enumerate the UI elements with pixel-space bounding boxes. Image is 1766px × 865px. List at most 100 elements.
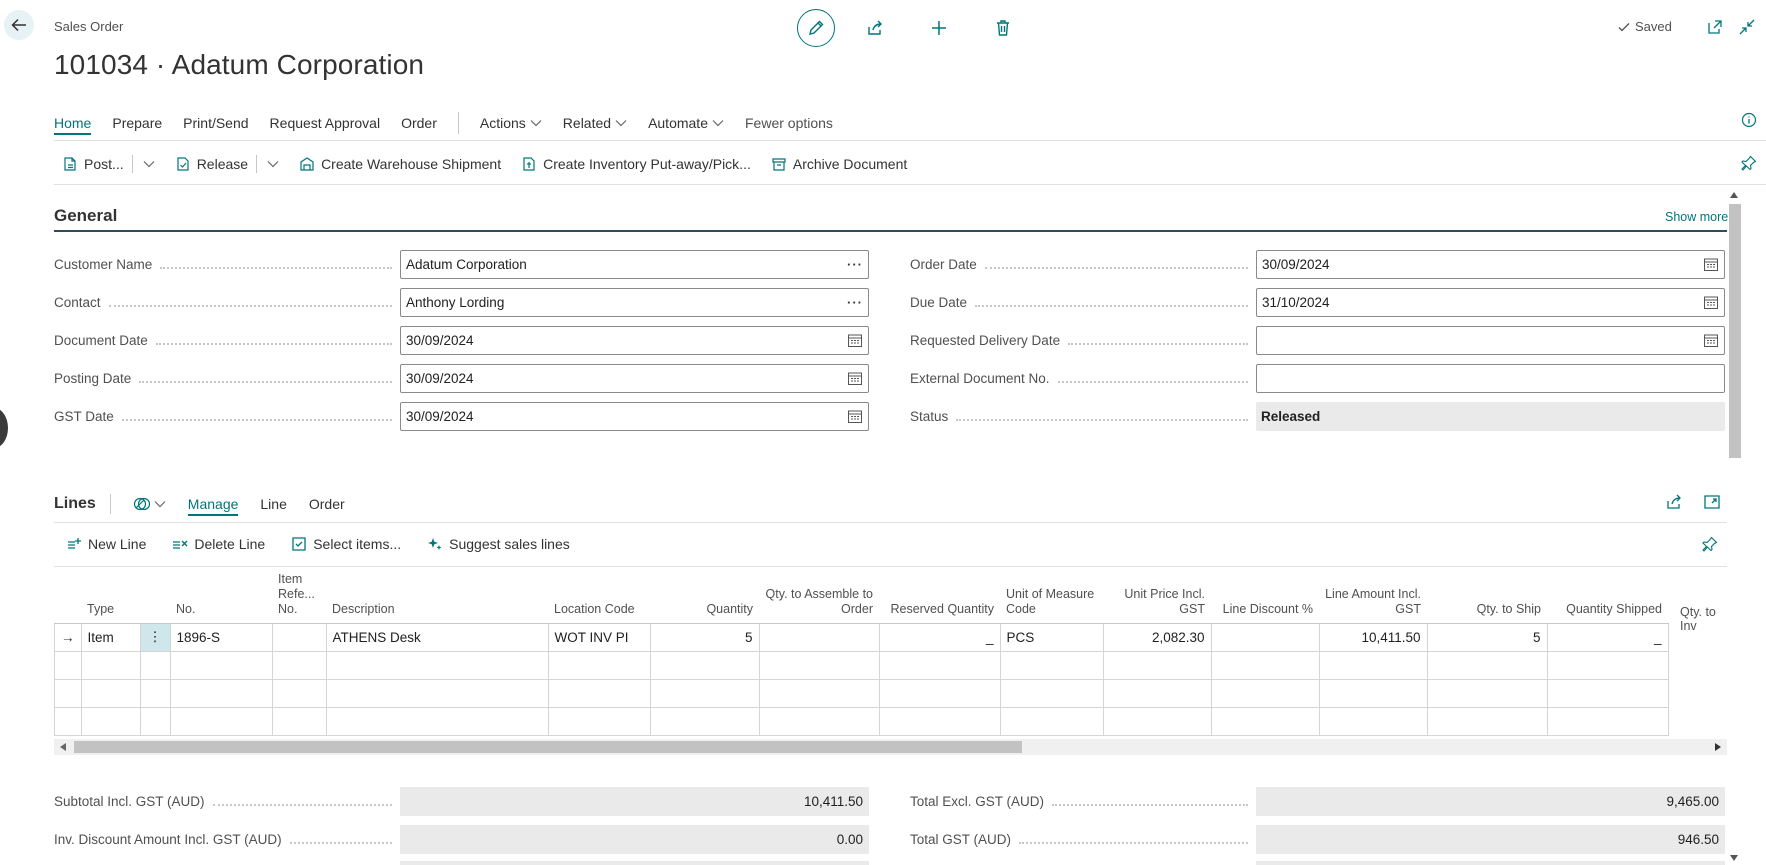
col-qty-to-ship[interactable]: Qty. to Ship xyxy=(1427,567,1547,624)
col-no[interactable]: No. xyxy=(170,567,272,624)
calendar-icon[interactable] xyxy=(847,409,863,424)
cell-type[interactable]: Item xyxy=(80,622,141,652)
cell-qty-to-assemble[interactable] xyxy=(758,622,880,652)
gst-date-label: GST Date xyxy=(54,409,400,424)
expand-icon[interactable] xyxy=(1703,493,1721,511)
new-line-button[interactable]: New Line xyxy=(66,536,146,552)
calendar-icon[interactable] xyxy=(1703,257,1719,272)
cell-unit-of-measure[interactable]: PCS xyxy=(999,622,1104,652)
new-button[interactable] xyxy=(919,8,959,48)
pin-action-bar-button[interactable] xyxy=(1741,155,1757,171)
edit-button[interactable] xyxy=(797,9,835,47)
scroll-left-icon[interactable] xyxy=(60,743,66,751)
cell-reserved-quantity[interactable]: _ xyxy=(878,622,1001,652)
table-row-empty[interactable] xyxy=(54,650,1669,680)
share-icon[interactable] xyxy=(1665,493,1683,511)
share-button[interactable] xyxy=(855,8,895,48)
delete-button[interactable] xyxy=(983,8,1023,48)
lines-view-options[interactable] xyxy=(133,496,166,512)
customer-name-field[interactable]: Adatum Corporation ··· xyxy=(400,250,869,279)
table-row[interactable]: → Item ⋮ 1896-S ATHENS Desk WOT INV PI 5… xyxy=(54,622,1669,652)
scroll-up-icon[interactable] xyxy=(1730,192,1738,198)
open-new-window-icon[interactable] xyxy=(1706,18,1724,36)
col-description[interactable]: Description xyxy=(326,567,548,624)
lines-section-title[interactable]: Lines xyxy=(54,495,96,513)
create-inventory-putaway-button[interactable]: Create Inventory Put-away/Pick... xyxy=(521,156,751,172)
calendar-icon[interactable] xyxy=(1703,295,1719,310)
table-row-empty[interactable] xyxy=(54,678,1669,708)
cell-qty-to-ship[interactable]: 5 xyxy=(1426,622,1548,652)
general-section-title[interactable]: General xyxy=(54,206,117,226)
cell-no[interactable]: 1896-S xyxy=(169,622,273,652)
chevron-down-icon[interactable] xyxy=(143,160,155,168)
tab-prepare[interactable]: Prepare xyxy=(112,115,162,131)
tab-order[interactable]: Order xyxy=(401,115,437,131)
status-field: Released xyxy=(1256,402,1725,431)
scroll-down-icon[interactable] xyxy=(1730,855,1738,861)
select-items-button[interactable]: Select items... xyxy=(291,536,401,552)
col-reserved-quantity[interactable]: Reserved Quantity xyxy=(879,567,1000,624)
archive-document-button[interactable]: Archive Document xyxy=(771,156,907,172)
cell-quantity-shipped[interactable]: _ xyxy=(1546,622,1669,652)
row-menu-icon[interactable]: ⋮ xyxy=(139,622,171,652)
col-type[interactable]: Type xyxy=(81,567,140,624)
requested-delivery-date-field[interactable] xyxy=(1256,326,1725,355)
release-button[interactable]: Release xyxy=(175,155,279,173)
automate-dropdown[interactable]: Automate xyxy=(648,115,724,131)
vertical-scroll-thumb[interactable] xyxy=(1729,204,1741,458)
cell-item-reference[interactable] xyxy=(271,622,327,652)
tab-request-approval[interactable]: Request Approval xyxy=(270,115,381,131)
lookup-ellipsis-icon[interactable]: ··· xyxy=(847,295,863,310)
lines-tab-line[interactable]: Line xyxy=(260,496,286,512)
cell-line-amount[interactable]: 10,411.50 xyxy=(1318,622,1428,652)
col-location-code[interactable]: Location Code xyxy=(548,567,650,624)
contact-field[interactable]: Anthony Lording ··· xyxy=(400,288,869,317)
cell-location-code[interactable]: WOT INV PI xyxy=(547,622,651,652)
lines-tab-manage[interactable]: Manage xyxy=(187,496,239,516)
chevron-down-icon[interactable] xyxy=(267,160,279,168)
order-date-field[interactable]: 30/09/2024 xyxy=(1256,250,1725,279)
table-row-empty[interactable] xyxy=(54,706,1669,736)
col-unit-price[interactable]: Unit Price Incl. GST xyxy=(1103,567,1211,624)
calendar-icon[interactable] xyxy=(847,371,863,386)
lines-tab-order[interactable]: Order xyxy=(309,496,345,512)
delete-line-label: Delete Line xyxy=(194,536,266,552)
lookup-ellipsis-icon[interactable]: ··· xyxy=(847,257,863,272)
suggest-sales-lines-button[interactable]: Suggest sales lines xyxy=(427,536,570,552)
col-qty-to-assemble[interactable]: Qty. to Assemble to Order xyxy=(759,567,879,624)
col-qty-to-invoice[interactable]: Qty. to Inv xyxy=(1674,605,1727,633)
back-button[interactable] xyxy=(4,10,34,40)
cell-unit-price[interactable]: 2,082.30 xyxy=(1102,622,1212,652)
col-item-reference[interactable]: Item Refe... No. xyxy=(272,567,326,624)
collapse-icon[interactable] xyxy=(1738,18,1756,36)
scroll-right-icon[interactable] xyxy=(1715,743,1721,751)
post-button[interactable]: Post... xyxy=(62,155,155,173)
col-quantity-shipped[interactable]: Quantity Shipped xyxy=(1547,567,1668,624)
gst-date-field[interactable]: 30/09/2024 xyxy=(400,402,869,431)
col-quantity[interactable]: Quantity xyxy=(650,567,759,624)
side-panel-handle[interactable] xyxy=(0,408,8,448)
col-unit-of-measure[interactable]: Unit of Measure Code xyxy=(1000,567,1103,624)
fewer-options-link[interactable]: Fewer options xyxy=(745,115,833,131)
col-line-amount[interactable]: Line Amount Incl. GST xyxy=(1319,567,1427,624)
show-more-link[interactable]: Show more xyxy=(1665,210,1728,224)
info-button[interactable] xyxy=(1741,112,1757,128)
document-date-field[interactable]: 30/09/2024 xyxy=(400,326,869,355)
create-warehouse-shipment-button[interactable]: Create Warehouse Shipment xyxy=(299,156,501,172)
cell-quantity[interactable]: 5 xyxy=(649,622,760,652)
calendar-icon[interactable] xyxy=(1703,333,1719,348)
external-document-no-field[interactable] xyxy=(1256,364,1725,393)
due-date-field[interactable]: 31/10/2024 xyxy=(1256,288,1725,317)
pin-lines-bar-button[interactable] xyxy=(1702,536,1718,552)
actions-dropdown[interactable]: Actions xyxy=(480,115,542,131)
horizontal-scroll-thumb[interactable] xyxy=(74,741,1022,753)
delete-line-button[interactable]: Delete Line xyxy=(172,536,265,552)
related-dropdown[interactable]: Related xyxy=(563,115,627,131)
col-line-discount[interactable]: Line Discount % xyxy=(1211,567,1319,624)
tab-print-send[interactable]: Print/Send xyxy=(183,115,248,131)
posting-date-field[interactable]: 30/09/2024 xyxy=(400,364,869,393)
calendar-icon[interactable] xyxy=(847,333,863,348)
tab-home[interactable]: Home xyxy=(54,115,92,135)
cell-description[interactable]: ATHENS Desk xyxy=(325,622,549,652)
cell-line-discount[interactable] xyxy=(1210,622,1320,652)
